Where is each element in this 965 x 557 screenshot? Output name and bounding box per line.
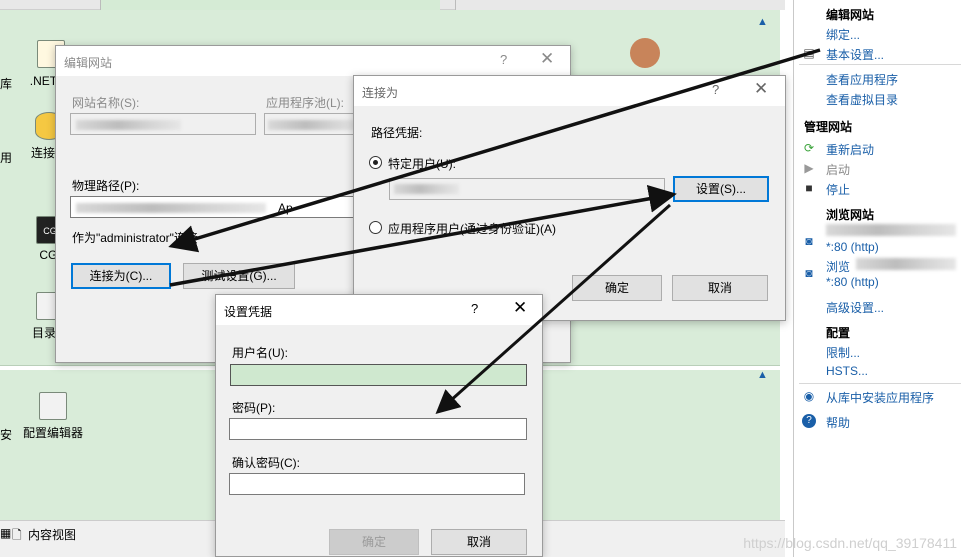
ok-button[interactable]: 确定 [572, 275, 662, 301]
test-settings-button[interactable]: 测试设置(G)... [183, 263, 295, 289]
site-name-label: 网站名称(S): [72, 96, 140, 110]
close-icon[interactable]: ✕ [513, 298, 527, 318]
username-input[interactable] [230, 364, 527, 386]
redacted-site-name [76, 120, 181, 130]
connect-as-button[interactable]: 连接为(C)... [71, 263, 171, 289]
specific-user-label: 特定用户(U): [388, 157, 456, 171]
settings-icon: ▤ [803, 46, 815, 60]
start-icon: ▶ [804, 161, 814, 175]
feature-label-cut: 库 [0, 77, 13, 91]
manage-site-header: 管理网站 [804, 120, 853, 134]
dialog-titlebar: 设置凭据 ? ✕ [216, 295, 542, 325]
feature-label: 配置编辑器 [22, 426, 83, 440]
help-icon[interactable]: ? [712, 82, 719, 97]
feature-label-cut: 用 [0, 151, 13, 165]
dialog-title: 设置凭据 [224, 305, 273, 319]
close-icon[interactable]: ✕ [540, 49, 554, 69]
password-label: 密码(P): [232, 401, 276, 415]
features-view-icon[interactable]: ▦ [0, 526, 11, 540]
gallery-icon: ◉ [803, 389, 815, 403]
app-user-label: 应用程序用户(通过身份验证)(A) [388, 222, 556, 236]
connect-as-dialog: 连接为 ? ✕ 路径凭据: 特定用户(U): 设置(S)... 应用程序用户(通… [353, 75, 786, 321]
config-editor-icon [39, 392, 67, 420]
cancel-button[interactable]: 取消 [672, 275, 768, 301]
browse-icon: ◙ [805, 266, 813, 280]
specific-user-radio[interactable] [369, 156, 382, 169]
restart-icon: ⟳ [803, 141, 815, 155]
cancel-button[interactable]: 取消 [431, 529, 527, 555]
config-header: 配置 [826, 326, 851, 340]
restart-link[interactable]: 重新启动 [826, 141, 874, 158]
dialog-titlebar: 编辑网站 ? ✕ [56, 46, 570, 76]
content-view-icon[interactable]: 🗋 [12, 526, 22, 547]
feature-config-editor[interactable]: 配置编辑器 [18, 392, 88, 441]
physical-path-label: 物理路径(P): [72, 179, 140, 193]
redacted-hostname [826, 224, 956, 236]
browse-site-header: 浏览网站 [826, 208, 875, 222]
binding-link[interactable]: 绑定... [826, 26, 860, 43]
path-suffix: Ap [278, 201, 293, 215]
collapse-chevron-icon[interactable]: ▲ [757, 16, 768, 28]
help-link[interactable]: 帮助 [826, 414, 850, 431]
feature-label-cut: 安 [0, 428, 13, 442]
username-label: 用户名(U): [232, 346, 288, 360]
password-input[interactable] [229, 418, 527, 440]
view-vdirs-link[interactable]: 查看虚拟目录 [826, 91, 898, 108]
dialog-title: 连接为 [362, 86, 399, 100]
help-icon[interactable]: ? [471, 301, 478, 316]
app-user-radio[interactable] [369, 221, 382, 234]
dialog-title: 编辑网站 [64, 56, 113, 70]
advanced-settings-link[interactable]: 高级设置... [826, 299, 884, 316]
redacted-username [394, 184, 459, 194]
watermark: https://blog.csdn.net/qq_39178411 [743, 535, 957, 551]
limits-link[interactable]: 限制... [826, 344, 860, 361]
collapse-chevron-icon[interactable]: ▲ [757, 369, 768, 381]
confirm-password-input[interactable] [229, 473, 525, 495]
view-apps-link[interactable]: 查看应用程序 [826, 71, 898, 88]
install-gallery-link[interactable]: 从库中安装应用程序 [826, 389, 934, 406]
browse-port-link[interactable]: *:80 (http) [826, 275, 879, 289]
connect-as-text: 作为"administrator"连接 [72, 231, 198, 245]
close-icon[interactable]: ✕ [754, 79, 768, 99]
app-pool-label: 应用程序池(L): [266, 96, 345, 110]
browse-link-prefix[interactable]: 浏览 [826, 258, 850, 275]
stop-link[interactable]: 停止 [826, 181, 850, 198]
divider [799, 64, 961, 65]
redacted-hostname [856, 258, 956, 270]
help-icon[interactable]: ? [500, 52, 507, 67]
iis-top-strip [0, 0, 785, 10]
confirm-password-label: 确认密码(C): [232, 456, 300, 470]
browse-icon: ◙ [805, 234, 813, 248]
basic-settings-link[interactable]: 基本设置... [826, 46, 884, 63]
help-icon: ? [802, 414, 816, 428]
set-credentials-dialog: 设置凭据 ? ✕ 用户名(U): 密码(P): 确认密码(C): 确定 取消 [215, 294, 543, 557]
user-icon [630, 38, 660, 68]
hsts-link[interactable]: HSTS... [826, 364, 868, 378]
ok-button[interactable]: 确定 [329, 529, 419, 555]
divider [799, 383, 961, 384]
edit-site-header: 编辑网站 [826, 8, 875, 22]
redacted-app-pool [268, 120, 362, 130]
content-view-tab[interactable]: 内容视图 [28, 526, 76, 543]
browse-port-link[interactable]: *:80 (http) [826, 240, 879, 254]
stop-icon: ■ [805, 181, 813, 195]
set-button[interactable]: 设置(S)... [673, 176, 769, 202]
start-link[interactable]: 启动 [826, 161, 850, 178]
path-credentials-label: 路径凭据: [371, 126, 423, 140]
dialog-titlebar: 连接为 ? ✕ [354, 76, 785, 106]
actions-pane: 编辑网站 绑定... ▤ 基本设置... 查看应用程序 查看虚拟目录 管理网站 … [793, 0, 965, 557]
redacted-path [76, 203, 266, 213]
